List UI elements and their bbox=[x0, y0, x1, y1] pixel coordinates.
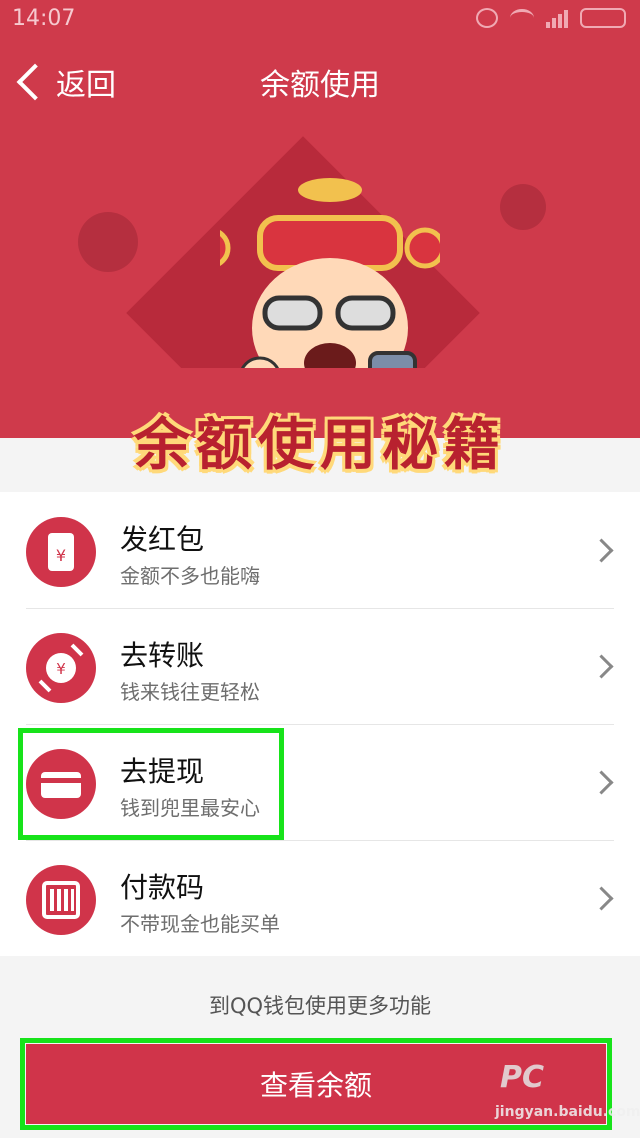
status-time: 14:07 bbox=[12, 6, 76, 31]
cup-yuan-icon: ¥ bbox=[26, 517, 96, 587]
page-title: 余额使用 bbox=[260, 68, 380, 103]
banner-title: 余额使用秘籍 bbox=[134, 412, 506, 478]
hero-banner: 返回 余额使用 bbox=[0, 38, 640, 438]
menu-item-transfer[interactable]: ¥ 去转账 钱来钱往更轻松 bbox=[0, 608, 640, 724]
transfer-icon: ¥ bbox=[26, 633, 96, 703]
action-list: ¥ 发红包 金额不多也能嗨 ¥ 去转账 钱来钱往更轻松 去提现 钱到兜里最安心 bbox=[0, 492, 640, 956]
status-icons bbox=[476, 8, 626, 28]
status-bar: 14:07 bbox=[0, 0, 640, 38]
coin-decoration-right bbox=[500, 184, 546, 230]
watermark-logo: PC jingyan.baidu.com bbox=[495, 1060, 640, 1120]
highlight-withdraw bbox=[18, 728, 284, 840]
more-features-link[interactable]: 到QQ钱包使用更多功能 bbox=[0, 990, 640, 1020]
menu-item-subtitle: 不带现金也能买单 bbox=[120, 912, 280, 936]
menu-item-subtitle: 钱来钱往更轻松 bbox=[120, 680, 260, 704]
coin-decoration-left bbox=[78, 212, 138, 272]
chevron-right-icon bbox=[589, 886, 614, 911]
menu-item-subtitle: 金额不多也能嗨 bbox=[120, 564, 260, 588]
menu-item-title: 发红包 bbox=[120, 523, 205, 556]
menu-item-payment-code[interactable]: 付款码 不带现金也能买单 bbox=[0, 840, 640, 956]
barcode-icon bbox=[26, 865, 96, 935]
menu-item-title: 去转账 bbox=[120, 639, 205, 672]
menu-item-title: 付款码 bbox=[120, 871, 205, 904]
chevron-right-icon bbox=[589, 654, 614, 679]
menu-item-send-red-packet[interactable]: ¥ 发红包 金额不多也能嗨 bbox=[0, 492, 640, 608]
battery-icon bbox=[580, 8, 626, 28]
wifi-icon bbox=[510, 9, 534, 27]
svg-text:¥: ¥ bbox=[56, 660, 66, 678]
svg-text:¥: ¥ bbox=[56, 546, 66, 565]
chevron-right-icon bbox=[589, 538, 614, 563]
chevron-right-icon bbox=[589, 770, 614, 795]
signal-icon bbox=[546, 8, 568, 28]
alarm-icon bbox=[476, 8, 498, 28]
